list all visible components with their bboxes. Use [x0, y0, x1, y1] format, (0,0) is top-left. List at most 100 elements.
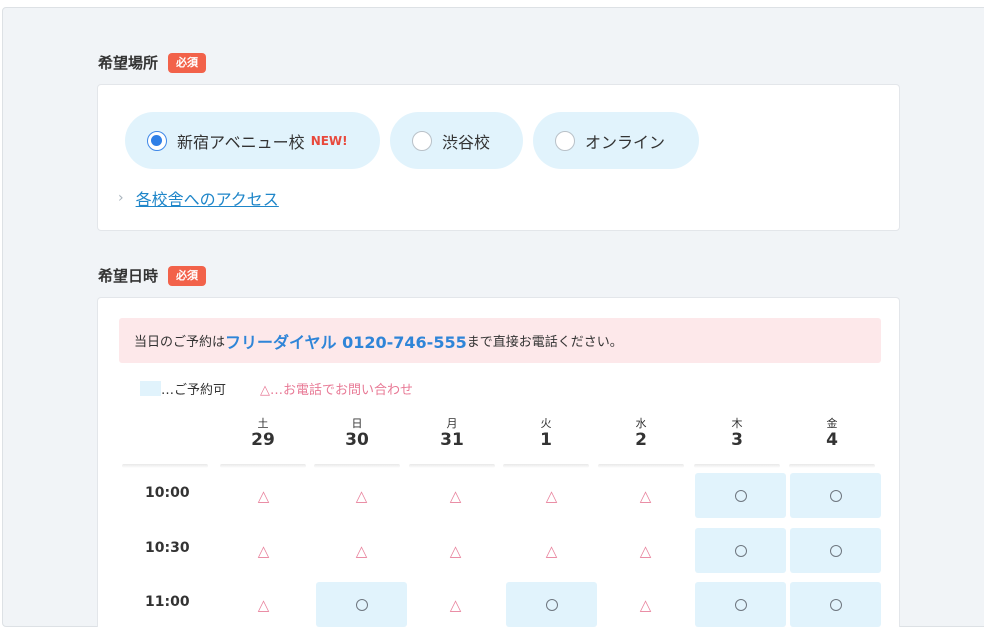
slot-phone-only: △: [410, 582, 501, 627]
location-option-label: 渋谷校: [442, 132, 491, 152]
day-header-divider: [503, 464, 589, 468]
legend: …ご予約可 △…お電話でお問い合わせ: [140, 379, 413, 398]
triangle-icon: △: [257, 541, 270, 560]
circle-icon: [734, 598, 747, 611]
triangle-icon: △: [355, 541, 368, 560]
day-header-divider: [598, 464, 684, 468]
triangle-icon: △: [545, 541, 558, 560]
day-header-divider: [314, 464, 400, 468]
circle-icon: [545, 598, 558, 611]
slot-phone-only: △: [316, 473, 407, 518]
location-required-badge: 必須: [168, 52, 207, 73]
circle-icon: [829, 544, 842, 557]
slot-phone-only: △: [218, 473, 309, 518]
day-date: 31: [440, 430, 464, 450]
slot-available[interactable]: [790, 473, 881, 518]
datetime-label: 希望日時: [98, 267, 159, 285]
radio-unchecked-icon[interactable]: [555, 130, 575, 151]
day-header: 土 29: [220, 417, 306, 451]
slot-phone-only: △: [600, 582, 691, 627]
slot-available[interactable]: [695, 582, 786, 627]
slot-available[interactable]: [790, 582, 881, 627]
day-date: 4: [826, 430, 838, 450]
slot-phone-only: △: [600, 473, 691, 518]
access-link-row: › 各校舎へのアクセス: [118, 186, 279, 210]
triangle-icon: △: [257, 486, 270, 505]
slot-phone-only: △: [410, 528, 501, 573]
triangle-icon: △: [639, 595, 652, 614]
slot-available[interactable]: [790, 528, 881, 573]
radio-unchecked-icon[interactable]: [412, 130, 432, 151]
slot-available[interactable]: [695, 473, 786, 518]
circle-icon: [734, 544, 747, 557]
location-option-shibuya[interactable]: 渋谷校: [390, 112, 523, 169]
triangle-icon: △: [449, 486, 462, 505]
triangle-icon: △: [355, 486, 368, 505]
day-weekday: 金: [826, 417, 838, 430]
slot-phone-only: △: [410, 473, 501, 518]
day-header: 月 31: [409, 417, 495, 451]
day-header: 火1: [503, 417, 589, 451]
datetime-section-title: 希望日時 必須: [98, 265, 207, 286]
day-header-divider: [694, 464, 780, 468]
slot-phone-only: △: [506, 473, 597, 518]
new-badge: NEW!: [310, 133, 348, 148]
legend-phone-only: △…お電話でお問い合わせ: [260, 383, 414, 398]
radio-checked-icon[interactable]: [147, 130, 167, 151]
day-header: 金4: [789, 417, 875, 451]
day-header-divider: [789, 464, 875, 468]
slot-phone-only: △: [218, 528, 309, 573]
time-label: 10:30: [145, 540, 190, 556]
slot-phone-only: △: [316, 528, 407, 573]
day-header-divider: [409, 464, 495, 468]
access-link[interactable]: 各校舎へのアクセス: [136, 186, 279, 210]
available-swatch: [140, 381, 161, 396]
slot-available[interactable]: [506, 582, 597, 627]
day-date: 3: [731, 430, 743, 450]
day-weekday: 月: [446, 417, 458, 430]
day-weekday: 土: [257, 417, 269, 430]
day-header: 水2: [598, 417, 684, 451]
circle-icon: [829, 489, 842, 502]
triangle-icon: △: [639, 541, 652, 560]
triangle-icon: △: [257, 595, 270, 614]
day-header: 日 30: [314, 417, 400, 451]
day-weekday: 火: [540, 417, 552, 430]
location-option-online[interactable]: オンライン: [533, 112, 699, 169]
day-date: 2: [635, 430, 647, 450]
location-option-shinjuku[interactable]: 新宿アベニュー校 NEW!: [125, 112, 380, 169]
phone-notice: 当日のご予約は フリーダイヤル 0120-746-555 まで直接お電話ください…: [119, 318, 881, 363]
slot-available[interactable]: [695, 528, 786, 573]
triangle-icon: △: [639, 486, 652, 505]
triangle-icon: △: [449, 541, 462, 560]
circle-icon: [355, 598, 368, 611]
location-card: 新宿アベニュー校 NEW! 渋谷校 オンライン › 各校舎へのアクセス: [97, 84, 900, 231]
day-weekday: 日: [351, 417, 363, 430]
day-date: 29: [251, 430, 275, 450]
day-date: 30: [345, 430, 369, 450]
circle-icon: [829, 598, 842, 611]
day-header: 木3: [694, 417, 780, 451]
day-weekday: 水: [635, 417, 647, 430]
location-option-label: オンライン: [585, 132, 666, 152]
location-option-label: 新宿アベニュー校: [177, 132, 305, 152]
slot-phone-only: △: [506, 528, 597, 573]
notice-prefix: 当日のご予約は: [134, 335, 226, 350]
triangle-icon: △: [545, 486, 558, 505]
time-label: 10:00: [145, 485, 190, 501]
notice-phone[interactable]: フリーダイヤル 0120-746-555: [225, 329, 467, 353]
chevron-right-icon: ›: [118, 190, 124, 206]
time-header-divider: [122, 464, 208, 468]
location-label: 希望場所: [98, 54, 159, 72]
day-header-divider: [220, 464, 306, 468]
datetime-required-badge: 必須: [168, 265, 207, 286]
circle-icon: [734, 489, 747, 502]
triangle-icon: △: [449, 595, 462, 614]
time-label: 11:00: [145, 594, 190, 610]
datetime-card: 当日のご予約は フリーダイヤル 0120-746-555 まで直接お電話ください…: [97, 297, 900, 627]
slot-available[interactable]: [316, 582, 407, 627]
day-weekday: 木: [731, 417, 743, 430]
legend-available: …ご予約可: [161, 383, 227, 398]
slot-phone-only: △: [600, 528, 691, 573]
slot-phone-only: △: [218, 582, 309, 627]
